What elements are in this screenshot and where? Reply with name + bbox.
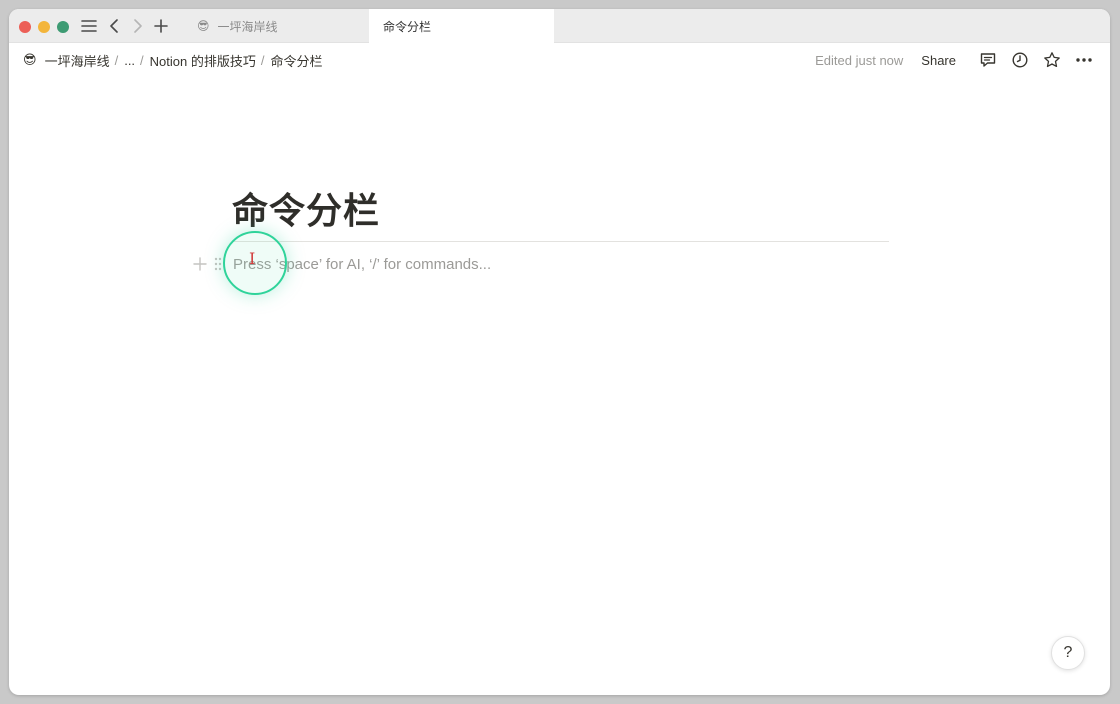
divider bbox=[232, 241, 889, 242]
tab-label: 一坪海岸线 bbox=[217, 19, 278, 34]
app-window: 😎 一坪海岸线 命令分栏 😎 一坪海岸线 / ... / Notion 的排版技… bbox=[9, 9, 1110, 695]
sidebar-menu-icon[interactable] bbox=[79, 15, 99, 37]
breadcrumb-separator: / bbox=[260, 52, 265, 68]
close-window-button[interactable] bbox=[19, 21, 31, 33]
breadcrumb-item-workspace[interactable]: 一坪海岸线 bbox=[43, 51, 112, 70]
titlebar: 😎 一坪海岸线 命令分栏 bbox=[9, 9, 1110, 43]
edited-status: Edited just now bbox=[815, 52, 904, 68]
minimize-window-button[interactable] bbox=[38, 21, 50, 33]
sunglasses-emoji-icon: 😎 bbox=[23, 52, 37, 67]
new-tab-plus-icon[interactable] bbox=[152, 15, 170, 37]
tab-label: 命令分栏 bbox=[383, 19, 432, 34]
sunglasses-emoji-icon: 😎 bbox=[197, 19, 210, 33]
history-clock-icon[interactable] bbox=[1006, 46, 1034, 74]
breadcrumb-item-ellipsis[interactable]: ... bbox=[122, 53, 137, 68]
help-button[interactable]: ? bbox=[1051, 636, 1085, 670]
zoom-window-button[interactable] bbox=[57, 21, 69, 33]
breadcrumb: 😎 一坪海岸线 / ... / Notion 的排版技巧 / 命令分栏 bbox=[23, 43, 325, 77]
forward-arrow-icon[interactable] bbox=[130, 15, 146, 37]
page-topbar: 😎 一坪海岸线 / ... / Notion 的排版技巧 / 命令分栏 Edit… bbox=[9, 43, 1110, 77]
tab-inactive[interactable]: 😎 一坪海岸线 bbox=[183, 9, 369, 43]
text-cursor-icon: I bbox=[249, 249, 256, 268]
back-arrow-icon[interactable] bbox=[106, 15, 122, 37]
share-button[interactable]: Share bbox=[921, 53, 956, 68]
page-actions: Edited just now Share bbox=[815, 43, 1098, 77]
breadcrumb-item-parent[interactable]: Notion 的排版技巧 bbox=[148, 51, 258, 70]
tab-active[interactable]: 命令分栏 bbox=[369, 9, 554, 43]
comment-icon[interactable] bbox=[974, 46, 1002, 74]
breadcrumb-separator: / bbox=[114, 52, 119, 68]
more-options-icon[interactable] bbox=[1070, 46, 1098, 74]
page-title[interactable]: 命令分栏 bbox=[232, 182, 380, 234]
breadcrumb-separator: / bbox=[140, 52, 144, 68]
breadcrumb-item-current[interactable]: 命令分栏 bbox=[269, 51, 325, 70]
favorite-star-icon[interactable] bbox=[1038, 46, 1066, 74]
add-block-plus-icon[interactable] bbox=[191, 255, 209, 273]
